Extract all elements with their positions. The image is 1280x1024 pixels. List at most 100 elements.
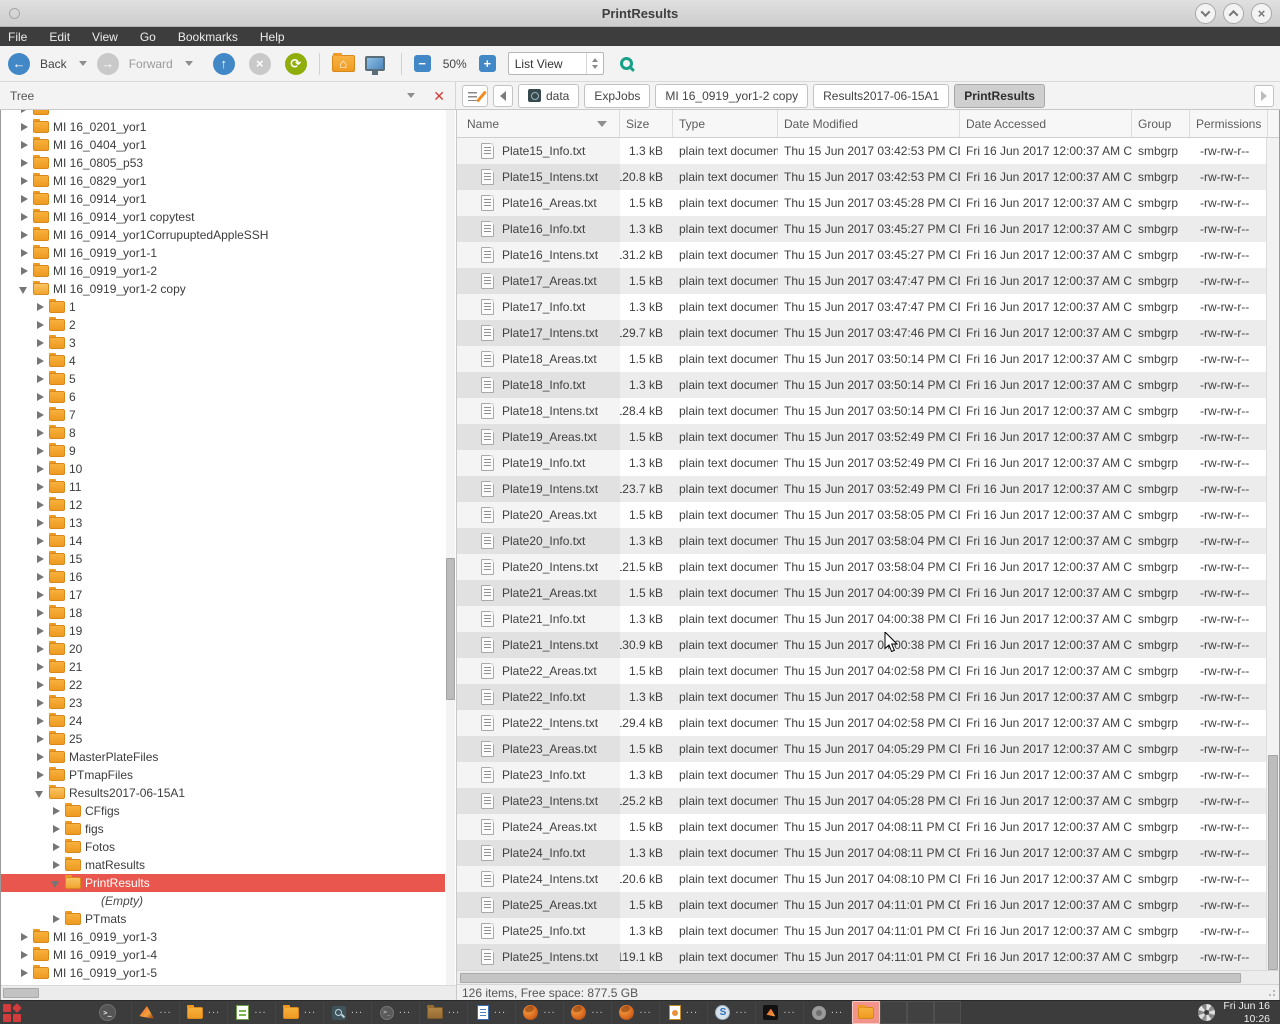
expander-icon[interactable] [35,787,45,799]
expander-icon[interactable] [35,589,45,601]
tree-item[interactable]: Fotos [1,838,456,856]
forward-button[interactable]: Forward [129,57,173,71]
tree-item[interactable]: MI 16_0805_p53 [1,154,456,172]
expander-icon[interactable] [35,697,45,709]
taskbar-window-button[interactable]: ... [420,1001,468,1024]
tree-item[interactable]: MI 16_0919_yor1-5 [1,964,456,982]
taskbar-window-button[interactable]: ... [804,1001,852,1024]
table-row[interactable]: Plate21_Intens.txt130.9 kBplain text doc… [457,632,1279,658]
table-row[interactable]: Plate19_Areas.txt1.5 kBplain text docume… [457,424,1279,450]
tree-item[interactable]: 5 [1,370,456,388]
tree-item[interactable]: MasterPlateFiles [1,748,456,766]
taskbar-window-button[interactable]: ... [516,1001,564,1024]
tree-item[interactable]: 8 [1,424,456,442]
column-header-date-accessed[interactable]: Date Accessed [960,110,1132,137]
table-row[interactable]: Plate24_Areas.txt1.5 kBplain text docume… [457,814,1279,840]
table-row[interactable]: Plate20_Intens.txt121.5 kBplain text doc… [457,554,1279,580]
table-row[interactable]: Plate25_Info.txt1.3 kBplain text documen… [457,918,1279,944]
expander-icon[interactable] [19,265,29,277]
expander-icon[interactable] [51,805,61,817]
tree-item[interactable]: 4 [1,352,456,370]
expander-icon[interactable] [35,373,45,385]
taskbar-window-button[interactable]: ... [180,1001,228,1024]
list-horizontal-scrollbar-thumb[interactable] [460,973,1241,983]
expander-icon[interactable] [19,967,29,979]
column-header-name[interactable]: Name [457,110,620,137]
expander-icon[interactable] [35,391,45,403]
expander-icon[interactable] [35,643,45,655]
crumb-scroll-left-button[interactable] [493,85,513,107]
tree-item[interactable]: MI 16_0201_yor1 [1,118,456,136]
list-vertical-scrollbar[interactable] [1266,138,1279,970]
expander-icon[interactable] [19,211,29,223]
maximize-button[interactable] [1223,3,1244,24]
table-row[interactable]: Plate21_Areas.txt1.5 kBplain text docume… [457,580,1279,606]
table-row[interactable]: Plate17_Info.txt1.3 kBplain text documen… [457,294,1279,320]
tree-item[interactable]: 3 [1,334,456,352]
zoom-in-button[interactable]: + [479,55,496,72]
expander-icon[interactable] [19,110,29,115]
menu-item-go[interactable]: Go [140,30,156,44]
expander-icon[interactable] [35,751,45,763]
table-row[interactable]: Plate24_Info.txt1.3 kBplain text documen… [457,840,1279,866]
expander-icon[interactable] [35,301,45,313]
expander-icon[interactable] [35,607,45,619]
taskbar-window-button[interactable]: ... [756,1001,804,1024]
expander-icon[interactable] [51,841,61,853]
tree-item[interactable]: 6 [1,388,456,406]
forward-icon[interactable]: → [97,53,119,75]
taskbar-window-button[interactable]: ... [228,1001,276,1024]
expander-icon[interactable] [51,859,61,871]
resize-grip[interactable] [1265,986,1277,998]
table-row[interactable]: Plate16_Info.txt1.3 kBplain text documen… [457,216,1279,242]
table-row[interactable]: Plate16_Intens.txt131.2 kBplain text doc… [457,242,1279,268]
table-row[interactable]: Plate25_Areas.txt1.5 kBplain text docume… [457,892,1279,918]
tree-item[interactable]: 23 [1,694,456,712]
tree-item[interactable]: MI 16_0914_yor1 [1,190,456,208]
tree-item[interactable]: 25 [1,730,456,748]
tree-item[interactable]: 12 [1,496,456,514]
taskbar-empty-slot[interactable] [934,1001,961,1024]
side-pane-close-icon[interactable]: ✕ [433,89,445,103]
expander-icon[interactable] [19,139,29,151]
close-button[interactable]: × [1251,3,1272,24]
table-row[interactable]: Plate22_Areas.txt1.5 kBplain text docume… [457,658,1279,684]
expander-icon[interactable] [19,229,29,241]
tree-item[interactable]: MI 16_0919_yor1-2 [1,262,456,280]
tree-item[interactable]: 13 [1,514,456,532]
table-row[interactable]: Plate16_Areas.txt1.5 kBplain text docume… [457,190,1279,216]
tree-vertical-scrollbar[interactable] [446,110,455,985]
table-row[interactable]: Plate23_Areas.txt1.5 kBplain text docume… [457,736,1279,762]
clock[interactable]: Fri Jun 16 10:26 [1223,1000,1270,1024]
expander-icon[interactable] [35,769,45,781]
tree-item[interactable]: MI 16_0914_yor1CorrupuptedAppleSSH [1,226,456,244]
tree-item[interactable]: PTmapFiles [1,766,456,784]
column-header-size[interactable]: Size [620,110,673,137]
zoom-out-button[interactable]: − [414,55,431,72]
table-row[interactable]: Plate20_Info.txt1.3 kBplain text documen… [457,528,1279,554]
expander-icon[interactable] [35,463,45,475]
tree-item[interactable]: 14 [1,532,456,550]
breadcrumb-MI 16_0919_yor1-2 copy[interactable]: MI 16_0919_yor1-2 copy [655,84,808,108]
home-button[interactable]: ⌂ [332,55,355,72]
tree-item[interactable]: 19 [1,622,456,640]
tree-item[interactable]: MI 16_0919_yor1-2 copy [1,280,456,298]
tree-item[interactable]: 17 [1,586,456,604]
side-pane-dropdown-icon[interactable] [407,93,415,98]
tree-item[interactable]: 2 [1,316,456,334]
taskbar-active-window-button[interactable] [852,1001,880,1024]
column-header-type[interactable]: Type [673,110,778,137]
expander-icon[interactable] [35,571,45,583]
column-header-group[interactable]: Group [1132,110,1190,137]
menu-item-help[interactable]: Help [260,30,285,44]
tree-item[interactable]: PrintResults [1,874,445,892]
tree-item[interactable]: MI 16_0919_yor1-3 [1,928,456,946]
tree-item[interactable]: 9 [1,442,456,460]
taskbar-window-button[interactable]: ... [660,1001,708,1024]
expander-icon[interactable] [35,337,45,349]
table-row[interactable]: Plate25_Intens.txt119.1 kBplain text doc… [457,944,1279,970]
applications-menu-icon[interactable] [0,1001,24,1024]
pinwheel-tray-icon[interactable] [1198,1004,1215,1021]
table-row[interactable]: Plate18_Areas.txt1.5 kBplain text docume… [457,346,1279,372]
up-button[interactable]: ↑ [213,53,235,75]
